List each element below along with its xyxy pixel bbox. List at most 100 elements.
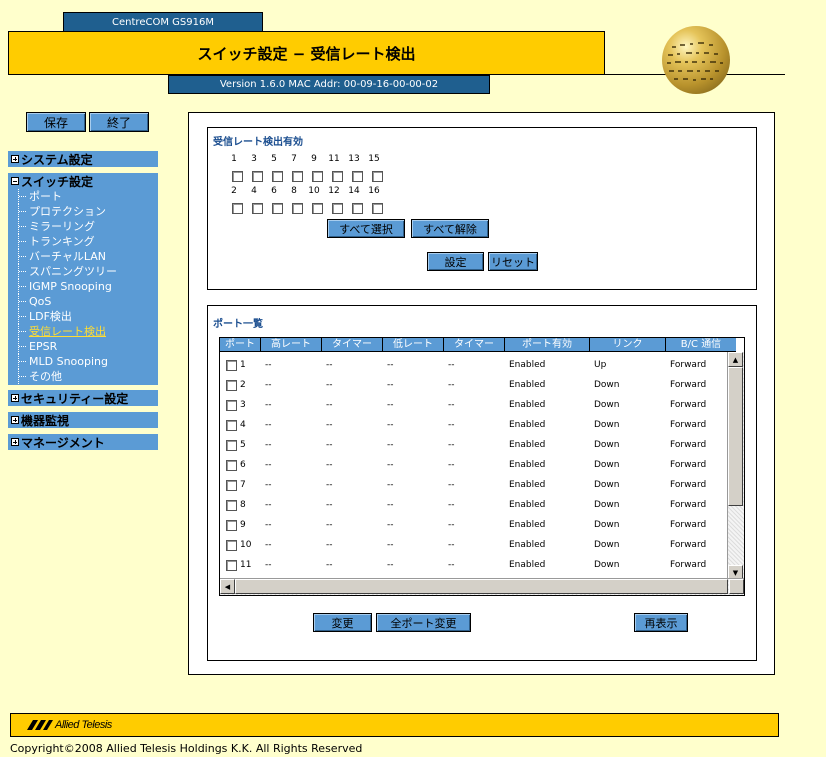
- nav-item-protection[interactable]: プロテクション: [18, 204, 158, 219]
- table-cell: Enabled: [509, 460, 546, 470]
- row-select-checkbox[interactable]: [226, 459, 237, 471]
- port-enable-checkbox[interactable]: [252, 203, 263, 214]
- port-enable-checkbox[interactable]: [292, 171, 303, 182]
- cell-port: 9: [220, 519, 261, 531]
- port-enable-checkbox[interactable]: [352, 203, 363, 214]
- apply-button[interactable]: 設定: [427, 252, 484, 271]
- table-cell: --: [265, 400, 272, 410]
- table-cell: --: [387, 380, 394, 390]
- port-enable-checkbox[interactable]: [352, 171, 363, 182]
- table-vertical-scrollbar[interactable]: ▲ ▼: [727, 352, 744, 580]
- nav-item-mld-snooping[interactable]: MLD Snooping: [18, 354, 158, 369]
- row-select-checkbox[interactable]: [226, 359, 237, 371]
- expand-icon: [11, 394, 19, 402]
- scroll-thumb[interactable]: [728, 367, 743, 506]
- table-cell: Down: [594, 560, 620, 570]
- scroll-left-icon[interactable]: ◀: [220, 579, 235, 594]
- nav-item-ldf[interactable]: LDF検出: [18, 309, 158, 324]
- nav-label: マネージメント: [21, 435, 105, 450]
- change-button[interactable]: 変更: [313, 613, 372, 632]
- refresh-button[interactable]: 再表示: [634, 613, 688, 632]
- change-all-ports-button[interactable]: 全ポート変更: [376, 613, 471, 632]
- port-enable-checkbox[interactable]: [232, 171, 243, 182]
- row-select-checkbox[interactable]: [226, 399, 237, 411]
- row-select-checkbox[interactable]: [226, 479, 237, 491]
- table-cell: --: [265, 540, 272, 550]
- cell-port: 5: [220, 439, 261, 451]
- cell-port: 6: [220, 459, 261, 471]
- nav-item-port[interactable]: ポート: [18, 189, 158, 204]
- scroll-up-icon[interactable]: ▲: [728, 352, 743, 367]
- port-enable-checkbox[interactable]: [272, 203, 283, 214]
- select-all-button[interactable]: すべて選択: [327, 219, 405, 238]
- table-cell: Forward: [670, 560, 707, 570]
- clear-all-button[interactable]: すべて解除: [411, 219, 489, 238]
- row-select-checkbox[interactable]: [226, 499, 237, 511]
- port-number-label: 2: [231, 186, 237, 196]
- rate-detect-title: 受信レート検出有効: [213, 137, 303, 148]
- nav-switch-header[interactable]: スイッチ設定: [8, 173, 158, 189]
- table-cell: --: [448, 480, 455, 490]
- row-select-checkbox[interactable]: [226, 539, 237, 551]
- nav-item-other[interactable]: その他: [18, 369, 158, 384]
- port-number-label: 12: [328, 186, 340, 196]
- col-low-rate: 低レート: [383, 338, 444, 352]
- nav-management[interactable]: マネージメント: [8, 434, 158, 450]
- save-button[interactable]: 保存: [26, 112, 86, 132]
- exit-button[interactable]: 終了: [89, 112, 149, 132]
- row-select-checkbox[interactable]: [226, 559, 237, 571]
- footer-bar: Allied Telesis: [10, 713, 779, 737]
- table-cell: Down: [594, 400, 620, 410]
- port-enable-checkbox[interactable]: [252, 171, 263, 182]
- nav-system-settings[interactable]: システム設定: [8, 151, 158, 167]
- nav-item-trunking[interactable]: トランキング: [18, 234, 158, 249]
- row-select-checkbox[interactable]: [226, 419, 237, 431]
- table-cell: --: [448, 560, 455, 570]
- port-number-label: 3: [251, 154, 257, 164]
- row-select-checkbox[interactable]: [226, 519, 237, 531]
- table-cell: --: [448, 440, 455, 450]
- table-cell: --: [265, 560, 272, 570]
- nav-item-vlan[interactable]: バーチャルLAN: [18, 249, 158, 264]
- row-select-checkbox[interactable]: [226, 379, 237, 391]
- table-cell: Enabled: [509, 480, 546, 490]
- table-cell: --: [326, 540, 333, 550]
- table-cell: --: [265, 360, 272, 370]
- table-horizontal-scrollbar[interactable]: ◀: [220, 578, 744, 595]
- table-cell: --: [387, 480, 394, 490]
- nav-item-rate-detect[interactable]: 受信レート検出: [18, 324, 158, 339]
- page-title: スイッチ設定 − 受信レート検出: [8, 31, 605, 75]
- port-enable-checkbox[interactable]: [312, 171, 323, 182]
- col-link: リンク: [590, 338, 666, 352]
- nav-item-epsr[interactable]: EPSR: [18, 339, 158, 354]
- port-enable-checkbox[interactable]: [332, 171, 343, 182]
- table-cell: Down: [594, 440, 620, 450]
- table-row: 10 -- -- -- -- Enabled Down Forward: [220, 535, 736, 555]
- port-enable-checkbox[interactable]: [332, 203, 343, 214]
- port-enable-checkbox[interactable]: [292, 203, 303, 214]
- nav-item-qos[interactable]: QoS: [18, 294, 158, 309]
- nav-item-spanning-tree[interactable]: スパニングツリー: [18, 264, 158, 279]
- table-cell: Down: [594, 520, 620, 530]
- table-cell: --: [265, 500, 272, 510]
- cell-port: 8: [220, 499, 261, 511]
- table-cell: --: [387, 440, 394, 450]
- port-enable-checkbox[interactable]: [372, 171, 383, 182]
- table-row: 6 -- -- -- -- Enabled Down Forward: [220, 455, 736, 475]
- nav-monitoring[interactable]: 機器監視: [8, 412, 158, 428]
- col-high-rate: 高レート: [261, 338, 322, 352]
- nav-security-settings[interactable]: セキュリティー設定: [8, 390, 158, 406]
- port-enable-checkbox[interactable]: [232, 203, 243, 214]
- scroll-thumb-h[interactable]: [235, 579, 728, 594]
- port-enable-checkbox[interactable]: [312, 203, 323, 214]
- row-select-checkbox[interactable]: [226, 439, 237, 451]
- nav-item-mirroring[interactable]: ミラーリング: [18, 219, 158, 234]
- nav-item-igmp-snooping[interactable]: IGMP Snooping: [18, 279, 158, 294]
- port-enable-checkbox[interactable]: [372, 203, 383, 214]
- port-enable-checkbox[interactable]: [272, 171, 283, 182]
- table-cell: --: [326, 380, 333, 390]
- port-list-title: ポート一覧: [213, 319, 263, 330]
- reset-button[interactable]: リセット: [488, 252, 538, 271]
- nav-label: セキュリティー設定: [21, 391, 129, 406]
- port-number-label: 6: [271, 186, 277, 196]
